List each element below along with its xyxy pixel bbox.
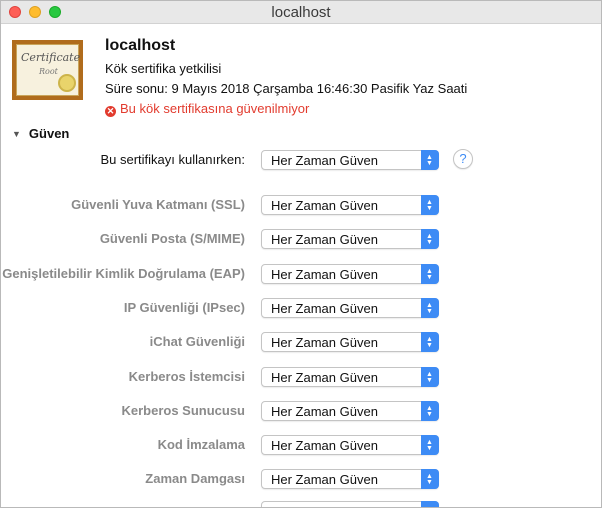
primary-trust-value: Her Zaman Güven [271, 153, 378, 168]
trust-row-popup[interactable]: Her Zaman Güven ▲ ▼ [261, 367, 439, 387]
trust-row-value: Her Zaman Güven [271, 404, 378, 419]
trust-section-toggle[interactable]: ▼ Güven [12, 126, 69, 141]
trust-row-value: Her Zaman Güven [271, 198, 378, 213]
trust-row-popup[interactable]: Her Zaman Güven ▲ ▼ [261, 195, 439, 215]
certificate-name: localhost [105, 37, 176, 54]
popup-arrows-icon [421, 501, 439, 507]
trust-row-value: Her Zaman Güven [271, 370, 378, 385]
certificate-icon-text: Certificate [21, 51, 81, 64]
trust-row-popup[interactable]: Her Zaman Güven ▲ ▼ [261, 229, 439, 249]
help-button[interactable]: ? [453, 149, 473, 169]
popup-arrows-icon: ▲ ▼ [421, 367, 439, 387]
trust-row-popup-partial[interactable] [261, 501, 439, 507]
certificate-icon: Certificate Root [12, 40, 83, 100]
trust-row-popup[interactable]: Her Zaman Güven ▲ ▼ [261, 332, 439, 352]
trust-warning-text: Bu kök sertifikasına güvenilmiyor [120, 101, 310, 116]
popup-arrows-icon: ▲ ▼ [421, 264, 439, 284]
trust-row-popup[interactable]: Her Zaman Güven ▲ ▼ [261, 264, 439, 284]
popup-arrows-icon: ▲ ▼ [421, 435, 439, 455]
certificate-window: localhost Certificate Root localhost Kök… [0, 0, 602, 508]
trust-row-popup[interactable]: Her Zaman Güven ▲ ▼ [261, 401, 439, 421]
trust-row-popup[interactable]: Her Zaman Güven ▲ ▼ [261, 435, 439, 455]
popup-arrows-icon: ▲ ▼ [421, 332, 439, 352]
trust-row-popup[interactable]: Her Zaman Güven ▲ ▼ [261, 298, 439, 318]
trust-section-label: Güven [28, 126, 70, 141]
trust-row-value: Her Zaman Güven [271, 472, 378, 487]
window-title: localhost [271, 4, 331, 21]
trust-row-label: Güvenli Yuva Katmanı (SSL) [71, 197, 245, 212]
trust-row-label: Kerberos İstemcisi [128, 369, 245, 384]
error-icon: ✕ [105, 106, 116, 117]
trust-row-label: Genişletilebilir Kimlik Doğrulama (EAP) [2, 266, 245, 281]
trust-row-label: Zaman Damgası [145, 471, 245, 486]
seal-icon [58, 74, 76, 92]
trust-row-value: Her Zaman Güven [271, 335, 378, 350]
certificate-icon-subtext: Root [39, 67, 58, 76]
trust-warning: ✕ Bu kök sertifikasına güvenilmiyor [105, 101, 309, 117]
disclosure-triangle-icon[interactable]: ▼ [12, 129, 21, 139]
popup-arrows-icon: ▲ ▼ [421, 401, 439, 421]
popup-arrows-icon: ▲ ▼ [421, 229, 439, 249]
certificate-details: Certificate Root localhost Kök sertifika… [1, 24, 601, 507]
popup-arrows-icon: ▲ ▼ [421, 150, 439, 170]
trust-row-label: IP Güvenliği (IPsec) [123, 300, 245, 315]
trust-row-value: Her Zaman Güven [271, 267, 378, 282]
popup-arrows-icon: ▲ ▼ [421, 469, 439, 489]
trust-row-value: Her Zaman Güven [271, 301, 378, 316]
primary-trust-popup[interactable]: Her Zaman Güven ▲ ▼ [261, 150, 439, 170]
trust-row-label: Kerberos Sunucusu [121, 403, 245, 418]
popup-arrows-icon: ▲ ▼ [421, 298, 439, 318]
trust-row-label: Güvenli Posta (S/MIME) [99, 231, 245, 246]
trust-row-popup[interactable]: Her Zaman Güven ▲ ▼ [261, 469, 439, 489]
trust-row-label: Kod İmzalama [157, 437, 245, 452]
title-bar: localhost [1, 1, 601, 24]
trust-row-value: Her Zaman Güven [271, 232, 378, 247]
certificate-type: Kök sertifika yetkilisi [105, 61, 222, 76]
popup-arrows-icon: ▲ ▼ [421, 195, 439, 215]
primary-trust-label: Bu sertifikayı kullanırken: [100, 152, 245, 167]
trust-row-label: iChat Güvenliği [149, 334, 245, 349]
certificate-expiry: Süre sonu: 9 Mayıs 2018 Çarşamba 16:46:3… [105, 81, 468, 96]
trust-row-value: Her Zaman Güven [271, 438, 378, 453]
